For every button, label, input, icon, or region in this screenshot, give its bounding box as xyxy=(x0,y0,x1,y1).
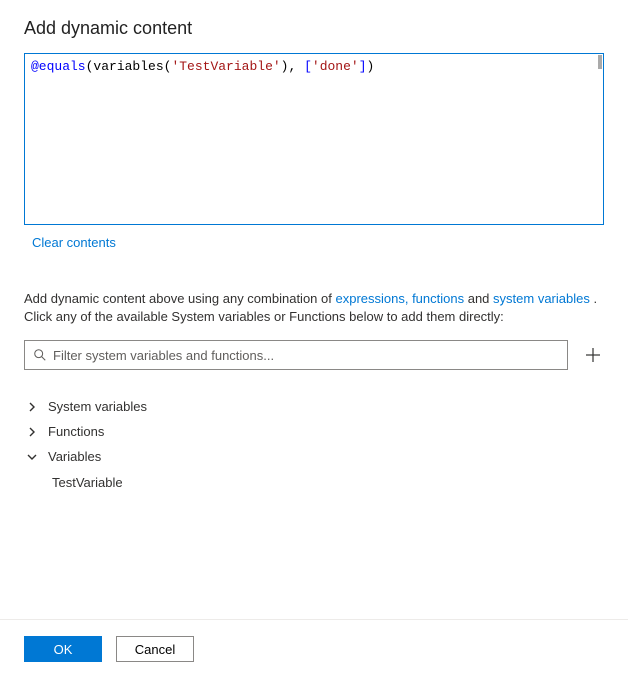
clear-contents-link[interactable]: Clear contents xyxy=(32,235,116,250)
expression-code: @equals(variables('TestVariable'), ['don… xyxy=(31,58,597,76)
code-token: ), xyxy=(281,59,304,74)
code-token: 'TestVariable' xyxy=(171,59,280,74)
add-button[interactable] xyxy=(582,344,604,366)
chevron-down-icon xyxy=(26,451,38,463)
variable-item[interactable]: TestVariable xyxy=(24,469,604,496)
category-label: Variables xyxy=(48,449,101,464)
hint-mid: and xyxy=(464,291,493,306)
search-icon xyxy=(33,348,47,362)
chevron-right-icon xyxy=(26,426,38,438)
hint-text: Add dynamic content above using any comb… xyxy=(24,290,604,326)
code-token: ) xyxy=(367,59,375,74)
expression-editor[interactable]: @equals(variables('TestVariable'), ['don… xyxy=(24,53,604,225)
code-token: ] xyxy=(359,59,367,74)
hint-prefix: Add dynamic content above using any comb… xyxy=(24,291,335,306)
page-title: Add dynamic content xyxy=(24,18,604,39)
code-token: [ xyxy=(304,59,312,74)
category-label: Functions xyxy=(48,424,104,439)
category-variables[interactable]: Variables xyxy=(24,444,604,469)
ok-button[interactable]: OK xyxy=(24,636,102,662)
expressions-functions-link[interactable]: expressions, functions xyxy=(335,291,464,306)
editor-scrollbar-hint xyxy=(598,55,602,69)
code-token: @equals xyxy=(31,59,86,74)
code-token: 'done' xyxy=(312,59,359,74)
category-system-variables[interactable]: System variables xyxy=(24,394,604,419)
chevron-right-icon xyxy=(26,401,38,413)
cancel-button[interactable]: Cancel xyxy=(116,636,194,662)
category-label: System variables xyxy=(48,399,147,414)
system-variables-link[interactable]: system variables xyxy=(493,291,590,306)
plus-icon xyxy=(585,347,601,363)
filter-input[interactable] xyxy=(53,348,559,363)
category-functions[interactable]: Functions xyxy=(24,419,604,444)
dialog-footer: OK Cancel xyxy=(0,619,628,680)
code-token: variables xyxy=(93,59,163,74)
filter-input-wrapper[interactable] xyxy=(24,340,568,370)
category-list: System variables Functions Variables TestVa… xyxy=(24,394,604,496)
